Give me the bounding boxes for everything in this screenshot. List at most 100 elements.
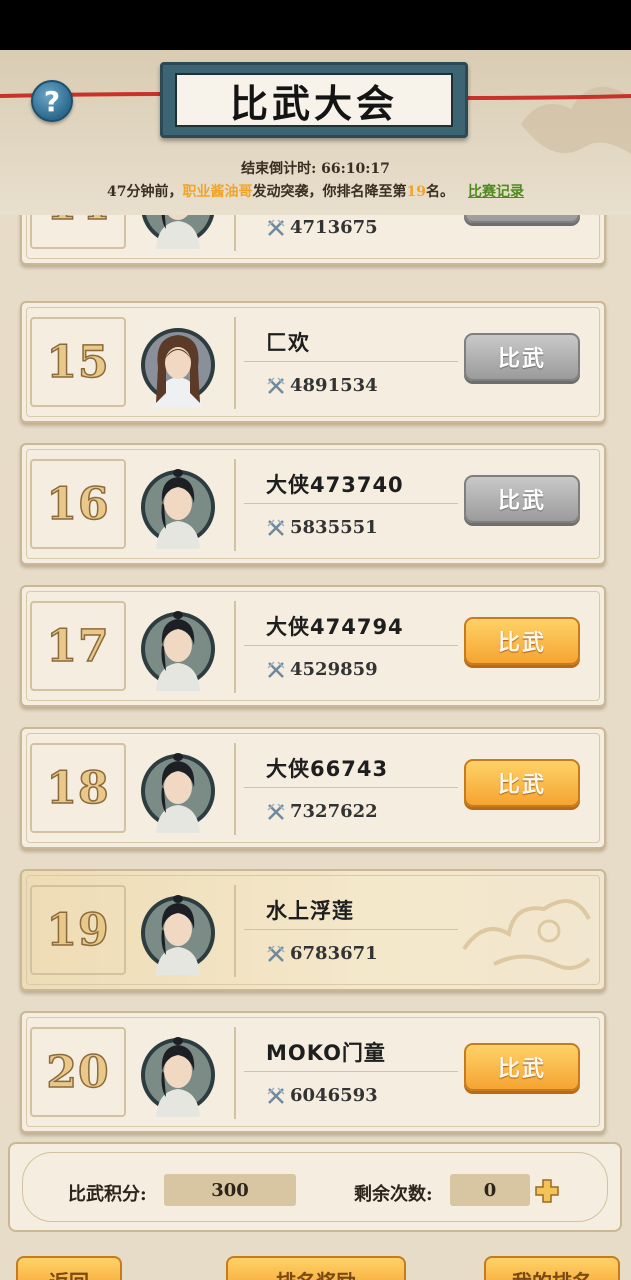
rank-box: 17 xyxy=(30,601,126,691)
score-panel: 比武积分: 300 剩余次数: 0 xyxy=(8,1142,622,1232)
ranking-row-16: 16 大侠473740 5835551 比武 xyxy=(20,443,606,565)
player-name: 大侠474794 xyxy=(266,615,404,639)
countdown-label: 结束倒计时: xyxy=(241,161,317,177)
remaining-value: 0 xyxy=(450,1174,530,1206)
duel-button[interactable]: 比武 xyxy=(464,333,580,381)
remaining-label: 剩余次数: xyxy=(354,1184,433,1205)
rank-box: 15 xyxy=(30,317,126,407)
player-info: MOKO门童 6046593 xyxy=(234,1027,464,1119)
rank-box: 16 xyxy=(30,459,126,549)
ranking-row-17: 17 大侠474794 4529859 比武 xyxy=(20,585,606,707)
duel-button[interactable]: 比武 xyxy=(464,759,580,807)
divider xyxy=(244,645,458,646)
power-value: 4529859 xyxy=(290,659,378,680)
rank-number: 20 xyxy=(46,1046,110,1099)
notice-pre: 47分钟前， xyxy=(107,184,183,200)
combat-power: 4713675 xyxy=(266,217,378,238)
divider xyxy=(244,787,458,788)
player-name: 匚欢 xyxy=(266,331,310,355)
my-rank-button[interactable]: 我的排名 xyxy=(484,1256,620,1280)
rank-notice: 47分钟前，职业酱油哥发动突袭，你排名降至第19名。 比赛记录 xyxy=(0,181,631,201)
match-record-link[interactable]: 比赛记录 xyxy=(468,184,524,200)
ranking-row-14: 14 4713675 比武 xyxy=(20,215,606,265)
divider xyxy=(244,503,458,504)
title-plaque: 比武大会 xyxy=(160,62,468,138)
male-swordsman-avatar xyxy=(141,469,215,549)
male-swordsman-avatar xyxy=(141,1037,215,1117)
notice-rank: 19 xyxy=(406,184,426,200)
countdown: 结束倒计时: 66:10:17 xyxy=(0,158,631,178)
power-value: 6783671 xyxy=(290,943,378,964)
rank-number: 16 xyxy=(46,478,110,531)
combat-power: 7327622 xyxy=(266,801,378,822)
divider xyxy=(244,361,458,362)
player-info: 大侠473740 5835551 xyxy=(234,459,464,551)
ranking-row-self: 19 水上浮莲 6783671 xyxy=(20,869,606,991)
help-button[interactable]: ? xyxy=(31,80,73,122)
power-value: 4713675 xyxy=(290,217,378,238)
crossed-swords-icon xyxy=(267,218,285,236)
rank-number: 17 xyxy=(46,620,110,673)
player-name: MOKO门童 xyxy=(266,1041,386,1065)
score-label: 比武积分: xyxy=(68,1184,147,1205)
rank-box: 19 xyxy=(30,885,126,975)
back-button[interactable]: 返回 xyxy=(16,1256,122,1280)
rank-number: 19 xyxy=(46,904,110,957)
notice-post: 名。 xyxy=(425,184,454,200)
page-title: 比武大会 xyxy=(175,73,453,127)
score-value: 300 xyxy=(164,1174,296,1206)
cloud-decoration xyxy=(521,86,631,154)
male-swordsman-avatar xyxy=(141,753,215,833)
crossed-swords-icon xyxy=(267,944,285,962)
player-name: 水上浮莲 xyxy=(266,899,354,923)
combat-power: 6046593 xyxy=(266,1085,378,1106)
power-value: 6046593 xyxy=(290,1085,378,1106)
crossed-swords-icon xyxy=(267,660,285,678)
ranking-list[interactable]: 14 4713675 比武 15 匚欢 4891534 比武 16 大侠473 xyxy=(0,215,631,1140)
notice-mid: 发动突袭，你排名降至第 xyxy=(252,184,407,200)
game-screen: ? 比武大会 结束倒计时: 66:10:17 47分钟前，职业酱油哥发动突袭，你… xyxy=(0,50,631,1280)
notice-attacker: 职业酱油哥 xyxy=(182,184,253,200)
male-swordsman-avatar xyxy=(141,611,215,691)
player-info: 大侠66743 7327622 xyxy=(234,743,464,835)
duel-button[interactable]: 比武 xyxy=(464,617,580,665)
rank-rewards-button[interactable]: 排名奖励 xyxy=(226,1256,406,1280)
crossed-swords-icon xyxy=(267,518,285,536)
player-info: 水上浮莲 6783671 xyxy=(234,885,464,977)
player-info: 匚欢 4891534 xyxy=(234,317,464,409)
header: ? 比武大会 结束倒计时: 66:10:17 47分钟前，职业酱油哥发动突袭，你… xyxy=(0,50,631,215)
power-value: 5835551 xyxy=(290,517,378,538)
ranking-row-18: 18 大侠66743 7327622 比武 xyxy=(20,727,606,849)
player-info: 大侠474794 4529859 xyxy=(234,601,464,693)
player-info: 4713675 xyxy=(234,215,464,251)
cloud-decoration xyxy=(462,899,591,970)
divider xyxy=(244,1071,458,1072)
male-swordsman-avatar xyxy=(141,895,215,975)
duel-button[interactable]: 比武 xyxy=(464,475,580,523)
player-name: 大侠66743 xyxy=(266,757,389,781)
crossed-swords-icon xyxy=(267,376,285,394)
player-name: 大侠473740 xyxy=(266,473,404,497)
combat-power: 6783671 xyxy=(266,943,378,964)
duel-button[interactable]: 比武 xyxy=(464,215,580,223)
rank-number: 18 xyxy=(46,762,110,815)
power-value: 7327622 xyxy=(290,801,378,822)
male-swordsman-avatar xyxy=(141,215,215,249)
ranking-row-20: 20 MOKO门童 6046593 比武 xyxy=(20,1011,606,1133)
rank-box: 14 xyxy=(30,215,126,249)
rank-box: 18 xyxy=(30,743,126,833)
status-bar xyxy=(0,0,631,50)
duel-button[interactable]: 比武 xyxy=(464,1043,580,1091)
combat-power: 5835551 xyxy=(266,517,378,538)
crossed-swords-icon xyxy=(267,802,285,820)
ranking-row-15: 15 匚欢 4891534 比武 xyxy=(20,301,606,423)
divider xyxy=(244,929,458,930)
countdown-value: 66:10:17 xyxy=(321,161,390,177)
question-mark-icon: ? xyxy=(43,84,61,118)
long-hair-swordsman-avatar xyxy=(141,328,215,407)
rank-box: 20 xyxy=(30,1027,126,1117)
crossed-swords-icon xyxy=(267,1086,285,1104)
combat-power: 4891534 xyxy=(266,375,378,396)
plus-icon[interactable] xyxy=(534,1178,560,1204)
combat-power: 4529859 xyxy=(266,659,378,680)
